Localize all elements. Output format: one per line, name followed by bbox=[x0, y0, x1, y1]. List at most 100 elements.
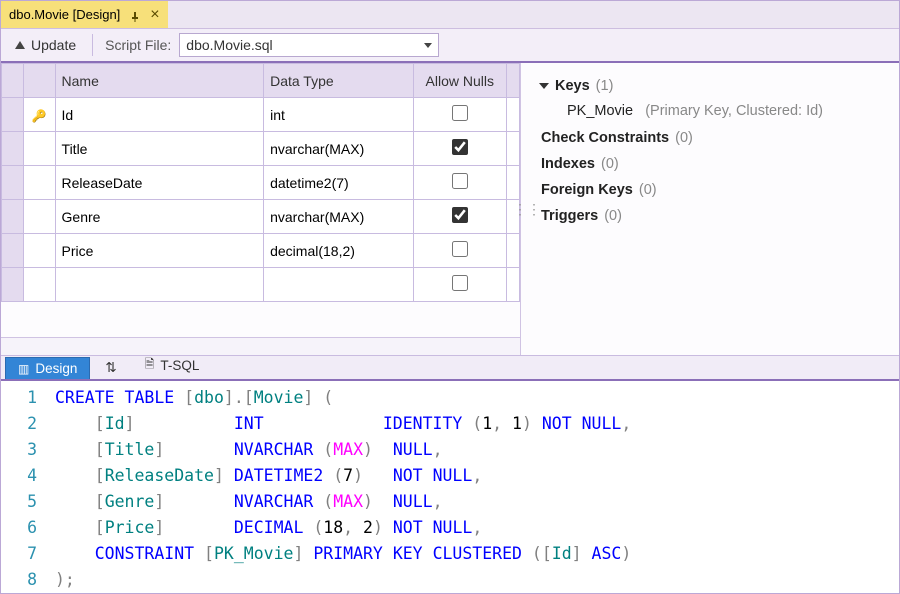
key-cell: 🔑 bbox=[23, 98, 55, 132]
table-row[interactable]: Pricedecimal(18,2) bbox=[2, 234, 520, 268]
row-header[interactable] bbox=[2, 200, 24, 234]
triggers-node[interactable]: Triggers (0) bbox=[541, 203, 891, 229]
tab-design[interactable]: ▥ Design bbox=[5, 357, 90, 379]
allownulls-checkbox[interactable] bbox=[452, 105, 468, 121]
extra-cell bbox=[506, 166, 519, 200]
indexes-count: (0) bbox=[601, 156, 619, 172]
datatype-cell[interactable]: datetime2(7) bbox=[264, 166, 413, 200]
name-cell[interactable]: Title bbox=[55, 132, 264, 166]
horizontal-scrollbar[interactable] bbox=[1, 337, 520, 355]
toolbar: Update Script File: dbo.Movie.sql bbox=[1, 29, 899, 63]
expand-icon bbox=[539, 83, 549, 89]
datatype-cell[interactable]: nvarchar(MAX) bbox=[264, 132, 413, 166]
grid-header-extra bbox=[506, 64, 519, 98]
allownulls-cell[interactable] bbox=[413, 166, 506, 200]
extra-cell bbox=[506, 234, 519, 268]
table-row[interactable]: Titlenvarchar(MAX) bbox=[2, 132, 520, 166]
key-cell bbox=[23, 234, 55, 268]
grid-header-key bbox=[23, 64, 55, 98]
row-header[interactable] bbox=[2, 132, 24, 166]
columns-grid[interactable]: Name Data Type Allow Nulls 🔑 IdintTitlenv… bbox=[1, 63, 520, 302]
foreignkeys-count: (0) bbox=[639, 182, 657, 198]
vertical-splitter[interactable]: ⋮⋮ bbox=[521, 63, 533, 355]
indexes-label: Indexes bbox=[541, 156, 595, 172]
foreignkeys-label: Foreign Keys bbox=[541, 182, 633, 198]
chevron-down-icon bbox=[424, 43, 432, 48]
allownulls-cell[interactable] bbox=[413, 98, 506, 132]
allownulls-cell[interactable] bbox=[413, 234, 506, 268]
extra-cell bbox=[506, 98, 519, 132]
table-row[interactable] bbox=[2, 268, 520, 302]
sql-code[interactable]: CREATE TABLE [dbo].[Movie] ( [Id] INT ID… bbox=[55, 381, 631, 593]
toolbar-separator bbox=[92, 34, 93, 56]
tab-swap[interactable]: ⇅ bbox=[92, 356, 129, 379]
grid-header-name[interactable]: Name bbox=[55, 64, 264, 98]
scriptfile-label: Script File: bbox=[101, 37, 175, 53]
document-tab[interactable]: dbo.Movie [Design] × bbox=[1, 1, 168, 28]
row-header[interactable] bbox=[2, 98, 24, 132]
pk-name: PK_Movie bbox=[567, 103, 633, 119]
allownulls-checkbox[interactable] bbox=[452, 241, 468, 257]
name-cell[interactable]: Genre bbox=[55, 200, 264, 234]
grid-header-datatype[interactable]: Data Type bbox=[264, 64, 413, 98]
grid-header-allownulls[interactable]: Allow Nulls bbox=[413, 64, 506, 98]
swap-icon: ⇅ bbox=[105, 360, 116, 376]
table-row[interactable]: ReleaseDatedatetime2(7) bbox=[2, 166, 520, 200]
allownulls-checkbox[interactable] bbox=[452, 275, 468, 291]
columns-grid-panel: Name Data Type Allow Nulls 🔑 IdintTitlenv… bbox=[1, 63, 521, 355]
triggers-label: Triggers bbox=[541, 208, 598, 224]
document-tab-title: dbo.Movie [Design] bbox=[9, 7, 120, 22]
allownulls-checkbox[interactable] bbox=[452, 207, 468, 223]
check-constraints-node[interactable]: Check Constraints (0) bbox=[541, 125, 891, 151]
check-count: (0) bbox=[675, 130, 693, 146]
datatype-cell[interactable]: int bbox=[264, 98, 413, 132]
design-icon: ▥ bbox=[18, 362, 29, 376]
pk-detail: (Primary Key, Clustered: Id) bbox=[645, 103, 823, 119]
row-header[interactable] bbox=[2, 268, 24, 302]
allownulls-cell[interactable] bbox=[413, 268, 506, 302]
line-number-gutter: 12345678 bbox=[1, 381, 55, 593]
tab-design-label: Design bbox=[35, 361, 77, 376]
document-tab-bar: dbo.Movie [Design] × bbox=[1, 1, 899, 29]
name-cell[interactable]: Id bbox=[55, 98, 264, 132]
table-row[interactable]: Genrenvarchar(MAX) bbox=[2, 200, 520, 234]
name-cell[interactable]: ReleaseDate bbox=[55, 166, 264, 200]
properties-panel: Keys (1) PK_Movie (Primary Key, Clustere… bbox=[533, 63, 899, 355]
allownulls-checkbox[interactable] bbox=[452, 173, 468, 189]
sql-editor[interactable]: 12345678 CREATE TABLE [dbo].[Movie] ( [I… bbox=[1, 381, 899, 593]
datatype-cell[interactable]: nvarchar(MAX) bbox=[264, 200, 413, 234]
update-button[interactable]: Update bbox=[7, 34, 84, 56]
indexes-node[interactable]: Indexes (0) bbox=[541, 151, 891, 177]
keys-node[interactable]: Keys (1) bbox=[541, 73, 891, 99]
keys-label: Keys bbox=[555, 78, 590, 94]
extra-cell bbox=[506, 132, 519, 166]
datatype-cell[interactable]: decimal(18,2) bbox=[264, 234, 413, 268]
primary-key-icon: 🔑 bbox=[32, 109, 47, 123]
tsql-icon: 🗎 bbox=[145, 355, 155, 376]
key-cell bbox=[23, 268, 55, 302]
allownulls-cell[interactable] bbox=[413, 132, 506, 166]
allownulls-checkbox[interactable] bbox=[452, 139, 468, 155]
datatype-cell[interactable] bbox=[264, 268, 413, 302]
extra-cell bbox=[506, 268, 519, 302]
check-label: Check Constraints bbox=[541, 130, 669, 146]
row-header[interactable] bbox=[2, 234, 24, 268]
table-row[interactable]: 🔑 Idint bbox=[2, 98, 520, 132]
name-cell[interactable] bbox=[55, 268, 264, 302]
allownulls-cell[interactable] bbox=[413, 200, 506, 234]
name-cell[interactable]: Price bbox=[55, 234, 264, 268]
close-icon[interactable]: × bbox=[150, 6, 159, 24]
key-cell bbox=[23, 166, 55, 200]
scriptfile-dropdown[interactable]: dbo.Movie.sql bbox=[179, 33, 439, 57]
key-cell bbox=[23, 132, 55, 166]
design-pane: Name Data Type Allow Nulls 🔑 IdintTitlenv… bbox=[1, 63, 899, 355]
update-label: Update bbox=[31, 37, 76, 53]
keys-child[interactable]: PK_Movie (Primary Key, Clustered: Id) bbox=[541, 99, 891, 125]
tab-tsql-label: T-SQL bbox=[160, 358, 199, 373]
keys-count: (1) bbox=[596, 78, 614, 94]
triggers-count: (0) bbox=[604, 208, 622, 224]
foreignkeys-node[interactable]: Foreign Keys (0) bbox=[541, 177, 891, 203]
tab-tsql[interactable]: 🗎 T-SQL bbox=[132, 351, 213, 379]
row-header[interactable] bbox=[2, 166, 24, 200]
pin-icon[interactable] bbox=[130, 10, 140, 20]
